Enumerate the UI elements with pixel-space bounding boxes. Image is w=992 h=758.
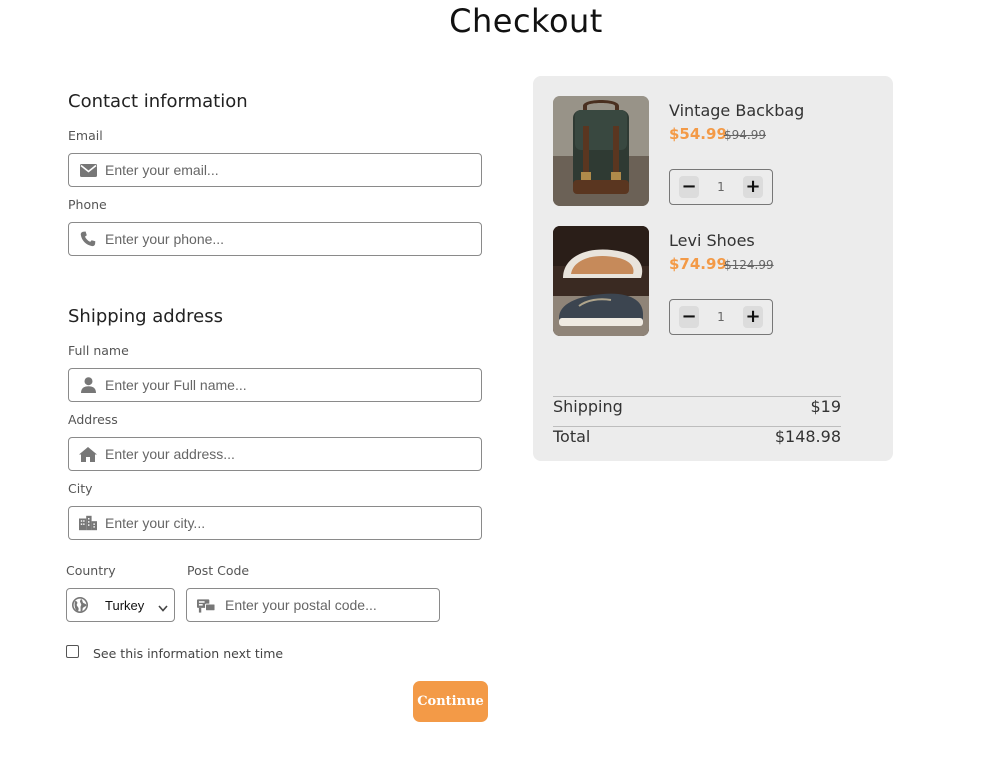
user-icon bbox=[79, 376, 97, 394]
backpack-product-image bbox=[553, 96, 649, 206]
shipping-row: Shipping $19 bbox=[553, 396, 841, 416]
quantity-value: 1 bbox=[717, 180, 725, 194]
city-input[interactable] bbox=[105, 507, 481, 539]
cart-item-price: $74.99 bbox=[669, 255, 727, 273]
cart-item-old-price: $94.99 bbox=[724, 128, 766, 142]
contact-section-title: Contact information bbox=[68, 91, 248, 112]
country-label: Country bbox=[66, 563, 116, 578]
fullname-field-box[interactable] bbox=[68, 368, 482, 402]
phone-field-box[interactable] bbox=[68, 222, 482, 256]
remember-checkbox[interactable] bbox=[66, 645, 79, 658]
total-value: $148.98 bbox=[774, 427, 841, 446]
cart-item-price: $54.99 bbox=[669, 125, 727, 143]
postcode-field-box[interactable] bbox=[186, 588, 440, 622]
cart-item-old-price: $124.99 bbox=[724, 258, 774, 272]
home-icon bbox=[79, 445, 97, 463]
chevron-down-icon bbox=[158, 599, 168, 617]
quantity-value: 1 bbox=[717, 310, 725, 324]
quantity-stepper: − 1 + bbox=[669, 299, 773, 335]
increase-quantity-button[interactable]: + bbox=[742, 176, 763, 198]
country-select-value: Turkey bbox=[105, 597, 145, 613]
globe-icon bbox=[71, 596, 89, 614]
email-input[interactable] bbox=[105, 154, 481, 186]
cart-item-name: Levi Shoes bbox=[669, 231, 755, 250]
fullname-label: Full name bbox=[68, 343, 129, 358]
decrease-quantity-button[interactable]: − bbox=[679, 306, 699, 328]
remember-checkbox-label: See this information next time bbox=[93, 646, 284, 661]
city-buildings-icon bbox=[79, 514, 97, 532]
total-row: Total $148.98 bbox=[553, 426, 841, 446]
decrease-quantity-button[interactable]: − bbox=[679, 176, 699, 198]
city-field-box[interactable] bbox=[68, 506, 482, 540]
email-label: Email bbox=[68, 128, 103, 143]
address-input[interactable] bbox=[105, 438, 481, 470]
shipping-value: $19 bbox=[810, 397, 841, 416]
phone-label: Phone bbox=[68, 197, 107, 212]
phone-input[interactable] bbox=[105, 223, 481, 255]
increase-quantity-button[interactable]: + bbox=[742, 306, 763, 328]
fullname-input[interactable] bbox=[105, 369, 481, 401]
city-label: City bbox=[68, 481, 93, 496]
email-field-box[interactable] bbox=[68, 153, 482, 187]
shipping-label: Shipping bbox=[553, 397, 623, 416]
country-select[interactable]: Turkey bbox=[66, 588, 175, 622]
quantity-stepper: − 1 + bbox=[669, 169, 773, 205]
continue-button[interactable]: Continue bbox=[413, 681, 488, 722]
mailbox-icon bbox=[197, 596, 215, 614]
total-label: Total bbox=[553, 427, 591, 446]
cart-item-name: Vintage Backbag bbox=[669, 101, 805, 120]
postcode-input[interactable] bbox=[225, 589, 439, 621]
address-label: Address bbox=[68, 412, 118, 427]
shoes-product-image bbox=[553, 226, 649, 336]
postcode-label: Post Code bbox=[187, 563, 250, 578]
address-field-box[interactable] bbox=[68, 437, 482, 471]
envelope-icon bbox=[79, 161, 97, 179]
page-title: Checkout bbox=[449, 2, 603, 40]
phone-icon bbox=[79, 230, 97, 248]
shipping-section-title: Shipping address bbox=[68, 306, 223, 327]
